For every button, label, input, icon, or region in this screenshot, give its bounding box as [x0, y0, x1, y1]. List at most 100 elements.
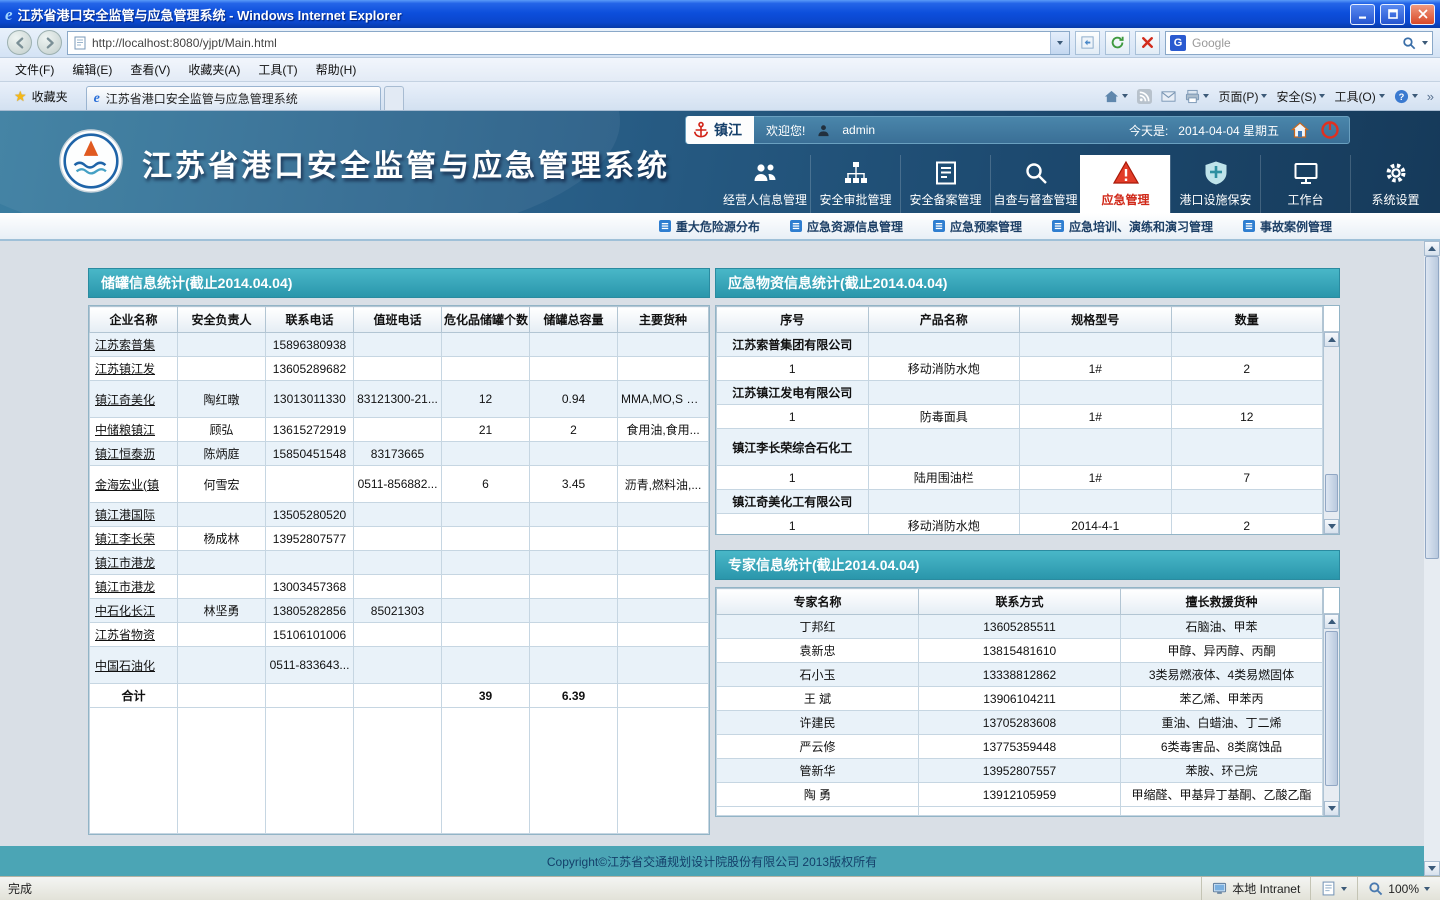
company-link[interactable]: 镇江奇美化 [95, 393, 155, 407]
nav-item[interactable]: 港口设施保安 [1170, 155, 1260, 213]
read-mail-button[interactable] [1161, 89, 1176, 104]
address-bar[interactable]: http://localhost:8080/yjpt/Main.html [67, 30, 1070, 55]
table-cell[interactable]: 江苏省物资 [89, 622, 178, 647]
subnav-item[interactable]: 应急资源信息管理 [789, 218, 903, 235]
company-link[interactable]: 中国石油化 [95, 659, 155, 673]
menu-item[interactable]: 文件(F) [6, 58, 63, 81]
menu-item[interactable]: 编辑(E) [63, 58, 121, 81]
table-cell[interactable]: 江苏索普集 [89, 332, 178, 357]
city-badge[interactable]: 镇江 [686, 116, 754, 144]
refresh-button[interactable] [1105, 30, 1130, 55]
company-link[interactable]: 江苏索普集 [95, 338, 155, 352]
table-cell: 陶红暾 [177, 380, 266, 418]
table-cell[interactable]: 中国石油化 [89, 646, 178, 684]
home-button[interactable] [1104, 89, 1129, 104]
subnav-item[interactable]: 应急预案管理 [932, 218, 1022, 235]
back-button[interactable] [7, 30, 32, 55]
address-dropdown-button[interactable] [1050, 31, 1069, 54]
zoom-control[interactable]: 100% [1357, 877, 1440, 900]
supplies-scrollbar[interactable] [1323, 306, 1339, 534]
scroll-down-button[interactable] [1324, 519, 1339, 534]
search-dropdown-button[interactable] [1422, 40, 1428, 45]
scroll-down-button[interactable] [1424, 861, 1440, 876]
logout-icon[interactable] [1321, 121, 1339, 139]
table-cell[interactable]: 镇江李长荣 [89, 526, 178, 551]
tools-menu-button[interactable]: 工具(O) [1334, 88, 1385, 105]
nav-item[interactable]: 工作台 [1260, 155, 1350, 213]
stop-button[interactable] [1135, 30, 1160, 55]
scrollbar-thumb[interactable] [1425, 256, 1439, 559]
menu-item[interactable]: 帮助(H) [307, 58, 366, 81]
table-cell[interactable]: 中石化长江 [89, 598, 178, 623]
table-cell [529, 598, 618, 623]
scrollbar-track[interactable] [1324, 347, 1339, 519]
subnav-item[interactable]: 应急培训、演练和演习管理 [1051, 218, 1213, 235]
favorites-button[interactable]: ★ 收藏夹 [6, 85, 76, 108]
company-link[interactable]: 镇江市港龙 [95, 580, 155, 594]
new-tab-stub[interactable] [383, 86, 404, 110]
company-link[interactable]: 江苏镇江发 [95, 362, 155, 376]
company-link[interactable]: 中储粮镇江 [95, 423, 155, 437]
compatibility-view-button[interactable] [1075, 30, 1100, 55]
nav-item[interactable]: 应急管理 [1080, 155, 1170, 213]
table-cell [353, 574, 442, 599]
nav-item[interactable]: 经营人信息管理 [720, 155, 810, 213]
home-icon[interactable] [1291, 121, 1309, 139]
maximize-button[interactable] [1380, 3, 1405, 25]
experts-scrollbar[interactable] [1323, 588, 1339, 816]
scrollbar-thumb[interactable] [1325, 474, 1338, 513]
company-link[interactable]: 江苏省物资 [95, 628, 155, 642]
scroll-up-button[interactable] [1424, 241, 1440, 256]
table-cell[interactable]: 镇江市港龙 [89, 550, 178, 575]
table-cell[interactable]: 镇江港国际 [89, 502, 178, 527]
close-button[interactable] [1410, 3, 1435, 25]
search-box[interactable]: G Google [1165, 30, 1433, 55]
page-menu-button[interactable]: 页面(P) [1218, 88, 1268, 105]
safety-menu-button[interactable]: 安全(S) [1276, 88, 1326, 105]
scroll-up-button[interactable] [1324, 614, 1339, 629]
company-link[interactable]: 镇江恒泰沥 [95, 447, 155, 461]
table-cell: MMA,MO,S M... [617, 380, 709, 418]
table-cell [867, 332, 1020, 357]
help-button[interactable]: ? [1394, 89, 1418, 104]
company-link[interactable]: 镇江港国际 [95, 508, 155, 522]
nav-item[interactable]: 安全备案管理 [900, 155, 990, 213]
protected-mode-section[interactable] [1310, 877, 1357, 900]
table-cell: 管新华 [716, 758, 919, 783]
nav-item[interactable]: 系统设置 [1350, 155, 1440, 213]
search-button[interactable] [1402, 36, 1416, 50]
forward-button[interactable] [37, 30, 62, 55]
menu-item[interactable]: 收藏夹(A) [179, 58, 249, 81]
table-cell[interactable]: 中储粮镇江 [89, 417, 178, 442]
form-icon [1051, 220, 1064, 232]
table-cell[interactable]: 江苏镇江发 [89, 356, 178, 381]
nav-item[interactable]: 自查与督查管理 [990, 155, 1080, 213]
scrollbar-thumb[interactable] [1325, 630, 1338, 786]
table-cell[interactable]: 镇江恒泰沥 [89, 441, 178, 466]
table-cell: 12 [441, 380, 530, 418]
scrollbar-track[interactable] [1324, 629, 1339, 801]
table-cell [617, 526, 709, 551]
company-link[interactable]: 中石化长江 [95, 604, 155, 618]
nav-item[interactable]: 安全审批管理 [810, 155, 900, 213]
scroll-down-button[interactable] [1324, 801, 1339, 816]
company-link[interactable]: 镇江李长荣 [95, 532, 155, 546]
feeds-button[interactable] [1137, 88, 1153, 104]
minimize-button[interactable] [1350, 3, 1375, 25]
company-link[interactable]: 金海宏业(镇 [95, 478, 159, 492]
table-cell[interactable]: 镇江市港龙 [89, 574, 178, 599]
form-icon [932, 220, 945, 232]
subnav-item[interactable]: 重大危险源分布 [658, 218, 760, 235]
scrollbar-track[interactable] [1424, 256, 1440, 861]
browser-tab[interactable]: e 江苏省港口安全监管与应急管理系统 [85, 86, 381, 110]
menu-item[interactable]: 查看(V) [121, 58, 179, 81]
table-cell[interactable]: 镇江奇美化 [89, 380, 178, 418]
table-cell[interactable]: 金海宏业(镇 [89, 465, 178, 503]
subnav-item[interactable]: 事故案例管理 [1242, 218, 1332, 235]
menu-item[interactable]: 工具(T) [249, 58, 306, 81]
main-scrollbar[interactable] [1424, 241, 1440, 876]
scroll-up-button[interactable] [1324, 332, 1339, 347]
toolbar-overflow-chevron[interactable]: » [1427, 89, 1434, 104]
company-link[interactable]: 镇江市港龙 [95, 556, 155, 570]
print-button[interactable] [1185, 89, 1210, 104]
